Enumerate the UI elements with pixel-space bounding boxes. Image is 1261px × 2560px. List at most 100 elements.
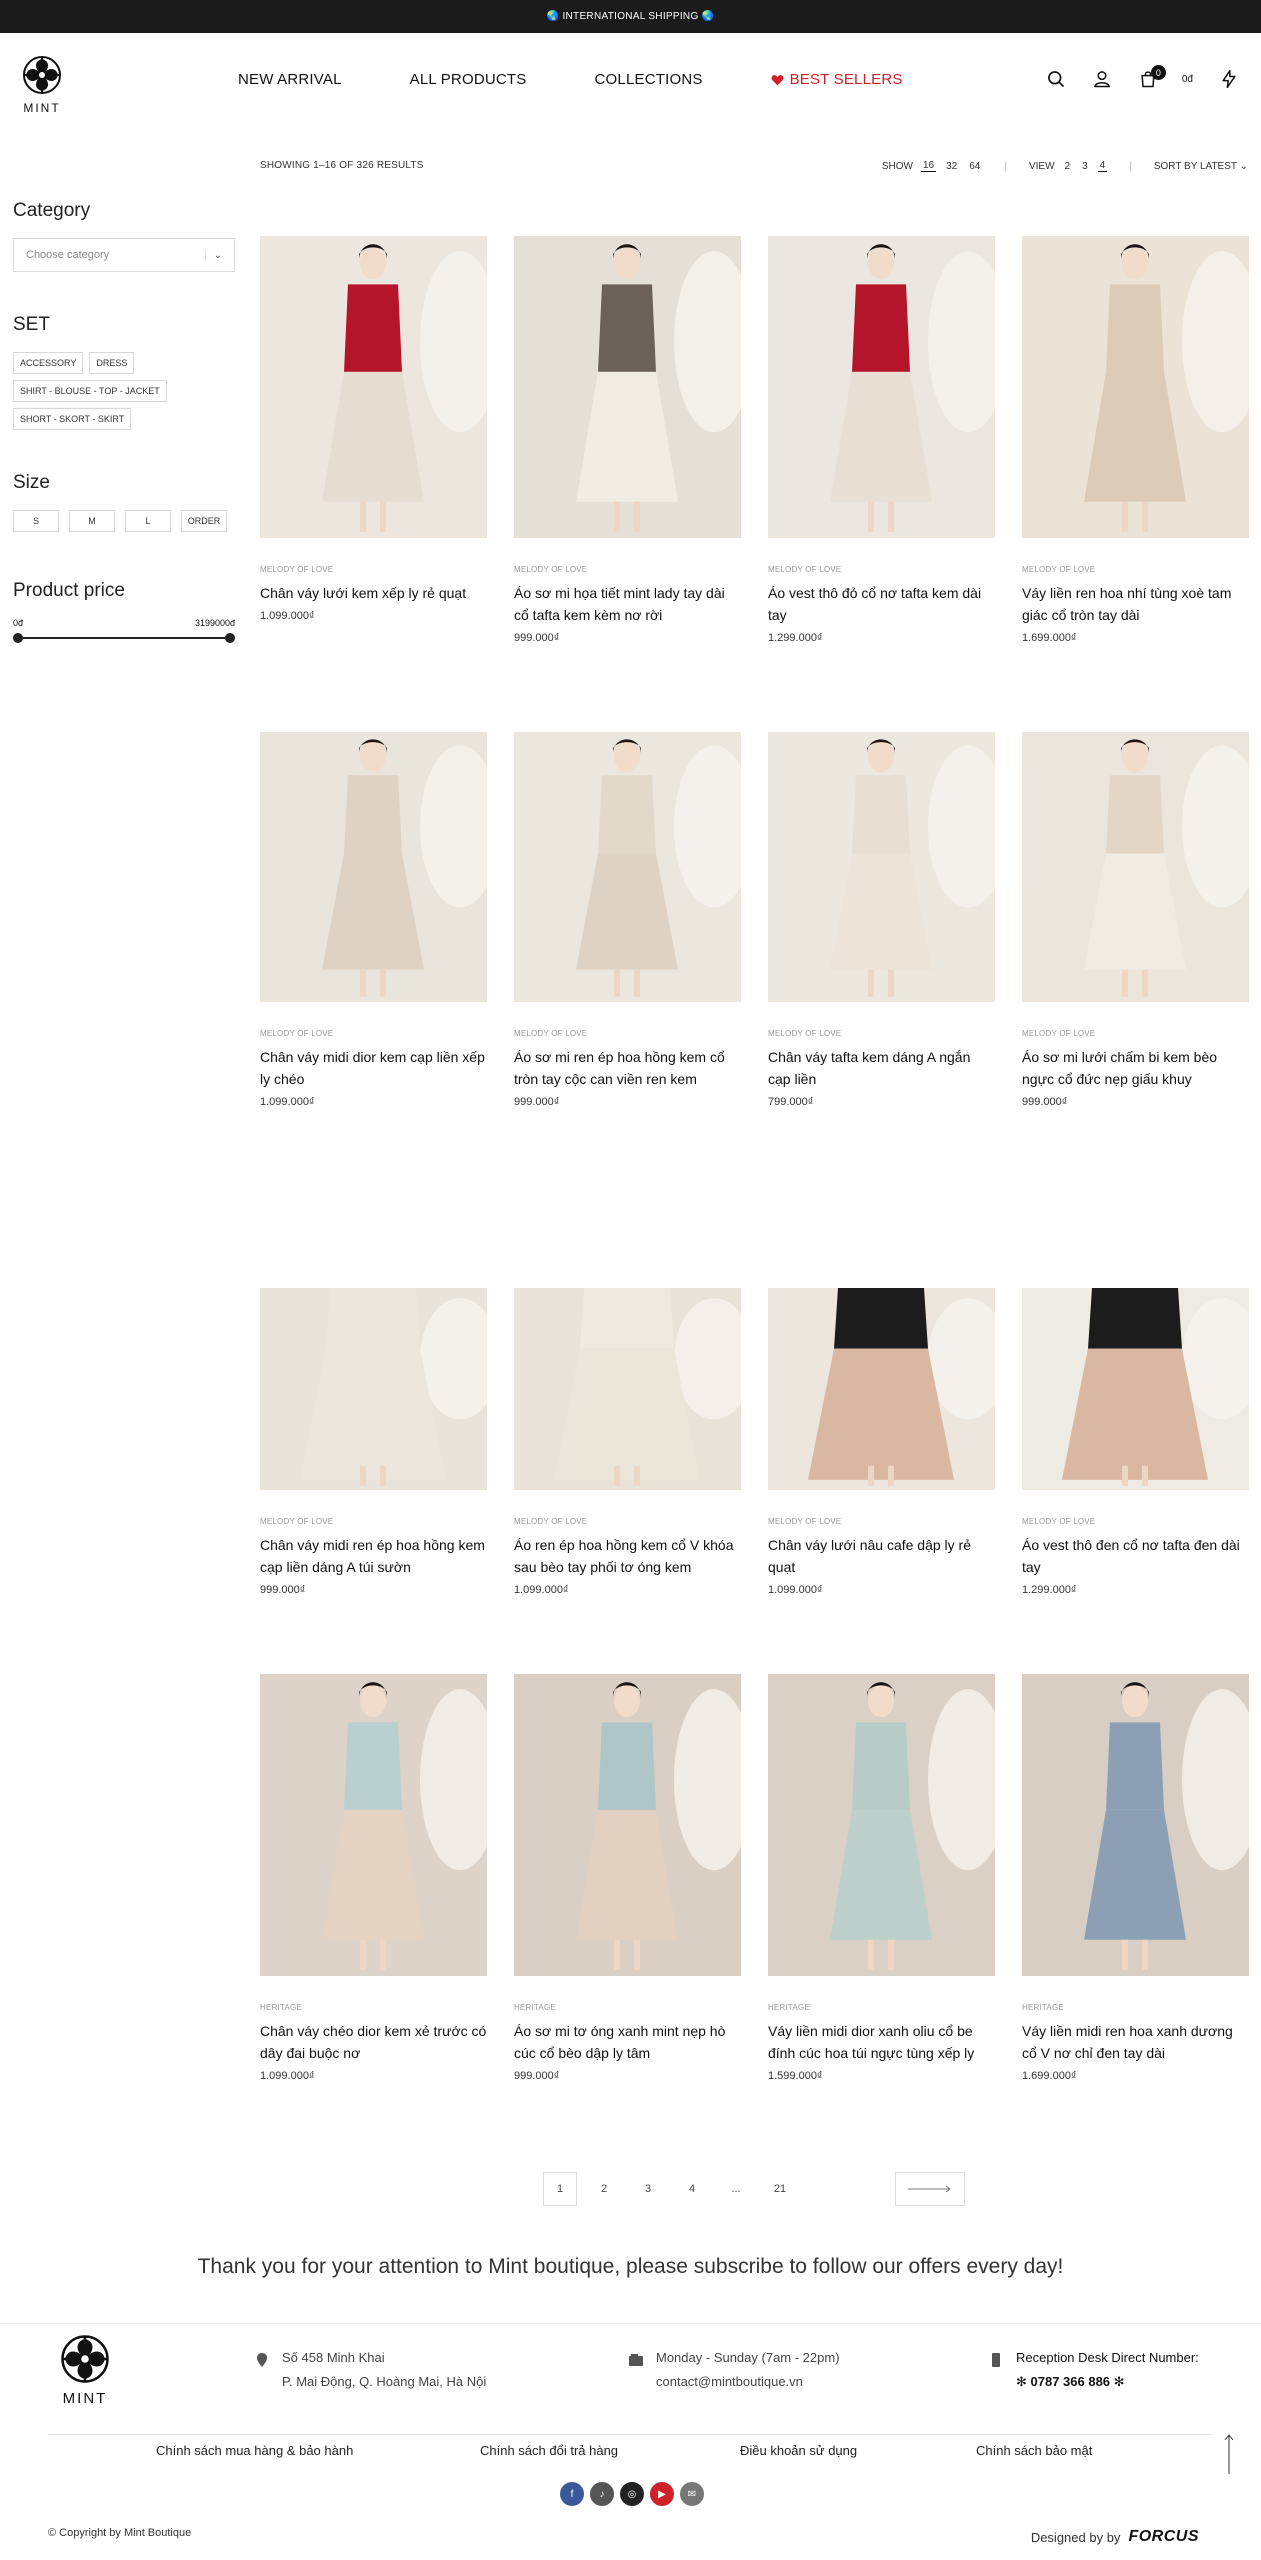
sort-dropdown[interactable]: SORT BY LATEST ⌄ [1154,161,1248,172]
product-image[interactable] [260,1674,487,1976]
product-card[interactable]: MELODY OF LOVE Chân váy tafta kem dáng A … [768,732,995,1108]
product-image[interactable] [514,236,741,538]
product-name-vay-lien-midi-dior-xanh-oliu-co-be-dinh-[interactable]: Váy liền midi dior xanh oliu cổ be đính … [768,2020,995,2064]
product-name-ao-so-mi-hoa-tiet-mint-lady-tay-dai-co-t[interactable]: Áo sơ mi họa tiết mint lady tay dài cổ t… [514,582,741,626]
link-purchase-warranty[interactable]: Chính sách mua hàng & bảo hành [156,2443,353,2458]
product-image[interactable] [1022,1288,1249,1490]
product-card[interactable]: MELODY OF LOVE Váy liền ren hoa nhí tùng … [1022,236,1249,644]
product-card[interactable]: MELODY OF LOVE Áo vest thô đen cổ nơ taft… [1022,1288,1249,1596]
next-page-button[interactable] [895,2172,965,2206]
product-image[interactable] [260,1288,487,1490]
product-name-chan-vay-luoi-kem-xep-ly-re-quat[interactable]: Chân váy lưới kem xếp ly rẻ quạt [260,582,487,604]
nav-collections[interactable]: COLLECTIONS [595,71,703,88]
page-4[interactable]: 4 [675,2172,709,2206]
page-1[interactable]: 1 [543,2172,577,2206]
product-image[interactable] [514,1674,741,1976]
footer-logo[interactable]: MINT [58,2334,112,2407]
lightning-icon[interactable] [1219,69,1239,89]
search-icon[interactable] [1046,69,1066,89]
designer-logo[interactable]: FORCUS [1128,2528,1199,2546]
user-icon[interactable] [1092,69,1112,89]
price-range-slider[interactable] [13,633,235,643]
product-name-ao-vest-tho-do-co-no-tafta-kem-dai-tay[interactable]: Áo vest thô đỏ cổ nơ tafta kem dài tay [768,582,995,626]
product-image[interactable] [768,1288,995,1490]
tag-short-skort-skirt[interactable]: SHORT - SKORT - SKIRT [13,408,132,430]
show-option-64[interactable]: 64 [967,161,982,172]
cart-button[interactable]: 0 0đ [1138,65,1193,89]
product-name-chan-vay-tafta-kem-dang-a-ngan-cap-lien[interactable]: Chân váy tafta kem dáng A ngắn cạp liền [768,1046,995,1090]
product-image[interactable] [768,1674,995,1976]
show-option-16[interactable]: 16 [920,160,937,172]
product-name-chan-vay-midi-dior-kem-cap-lien-xep-ly-c[interactable]: Chân váy midi dior kem cạp liền xếp ly c… [260,1046,487,1090]
size-order[interactable]: ORDER [181,510,227,532]
tiktok-icon[interactable]: ♪ [590,2482,614,2506]
opening-hours: Monday - Sunday (7am - 22pm) [656,2350,840,2365]
product-image[interactable] [514,732,741,1002]
view-option-2[interactable]: 2 [1063,161,1073,172]
nav-best-sellers[interactable]: BEST SELLERS [771,71,903,88]
product-card[interactable]: HERITAGE Váy liền midi ren hoa xanh dương… [1022,1674,1249,2082]
facebook-icon[interactable]: f [560,2482,584,2506]
product-card[interactable]: MELODY OF LOVE Áo sơ mi lưới chấm bi kem … [1022,732,1249,1108]
category-placeholder: Choose category [26,249,110,261]
product-card[interactable]: MELODY OF LOVE Áo sơ mi họa tiết mint lad… [514,236,741,644]
product-card[interactable]: MELODY OF LOVE Áo ren ép hoa hồng kem cổ … [514,1288,741,1596]
brand-logo[interactable]: MINT [18,55,66,115]
product-image[interactable] [260,236,487,538]
product-name-ao-so-mi-ren-ep-hoa-hong-kem-co-tron-tay[interactable]: Áo sơ mi ren ép hoa hồng kem cổ tròn tay… [514,1046,741,1090]
tag-shirt-blouse-top-jacket[interactable]: SHIRT - BLOUSE - TOP - JACKET [13,380,167,402]
product-card[interactable]: HERITAGE Chân váy chéo dior kem xẻ trước … [260,1674,487,2082]
product-name-vay-lien-midi-ren-hoa-xanh-duong-co-v-no[interactable]: Váy liền midi ren hoa xanh dương cổ V nơ… [1022,2020,1249,2064]
link-return-policy[interactable]: Chính sách đổi trả hàng [480,2443,618,2458]
product-card[interactable]: MELODY OF LOVE Chân váy lưới nâu cafe dập… [768,1288,995,1596]
product-card[interactable]: MELODY OF LOVE Chân váy midi dior kem cạp… [260,732,487,1108]
product-name-ao-so-mi-to-ong-xanh-mint-nep-ho-cuc-co-[interactable]: Áo sơ mi tơ óng xanh mint nẹp hò cúc cổ … [514,2020,741,2064]
tag-dress[interactable]: DRESS [89,352,135,374]
product-card[interactable]: MELODY OF LOVE Áo vest thô đỏ cổ nơ tafta… [768,236,995,644]
product-card[interactable]: MELODY OF LOVE Chân váy midi ren ép hoa h… [260,1288,487,1596]
link-terms[interactable]: Điều khoản sử dụng [740,2443,857,2458]
product-card[interactable]: MELODY OF LOVE Chân váy lưới kem xếp ly r… [260,236,487,622]
chevron-down-icon: ⌄ [1239,160,1248,172]
product-name-chan-vay-cheo-dior-kem-xe-truoc-co-day-d[interactable]: Chân váy chéo dior kem xẻ trước có dây đ… [260,2020,487,2064]
product-card[interactable]: HERITAGE Áo sơ mi tơ óng xanh mint nẹp hò… [514,1674,741,2082]
instagram-icon[interactable]: ◎ [620,2482,644,2506]
product-image[interactable] [514,1288,741,1490]
page-21[interactable]: 21 [763,2172,797,2206]
page-2[interactable]: 2 [587,2172,621,2206]
price-max-handle[interactable] [225,633,235,643]
product-image[interactable] [768,732,995,1002]
messenger-icon[interactable]: ✉ [680,2482,704,2506]
size-s[interactable]: S [13,510,59,532]
contact-email[interactable]: contact@mintboutique.vn [656,2370,840,2394]
product-card[interactable]: MELODY OF LOVE Áo sơ mi ren ép hoa hồng k… [514,732,741,1108]
category-select[interactable]: Choose category ⌄ [13,238,235,272]
view-option-3[interactable]: 3 [1080,161,1090,172]
size-l[interactable]: L [125,510,171,532]
product-image[interactable] [260,732,487,1002]
product-image[interactable] [1022,236,1249,538]
nav-all-products[interactable]: ALL PRODUCTS [410,71,527,88]
product-name-ao-so-mi-luoi-cham-bi-kem-beo-nguc-co-du[interactable]: Áo sơ mi lưới chấm bi kem bèo ngực cổ đứ… [1022,1046,1249,1090]
product-price: 1.599.000₫ [768,2070,823,2082]
view-option-4[interactable]: 4 [1097,160,1108,172]
link-privacy[interactable]: Chính sách bảo mật [976,2443,1092,2458]
product-name-ao-ren-ep-hoa-hong-kem-co-v-khoa-sau-beo[interactable]: Áo ren ép hoa hồng kem cổ V khóa sau bèo… [514,1534,741,1578]
product-name-chan-vay-midi-ren-ep-hoa-hong-kem-cap-li[interactable]: Chân váy midi ren ép hoa hồng kem cạp li… [260,1534,487,1578]
phone-number[interactable]: ✻ 0787 366 886 ✻ [1016,2370,1199,2394]
product-image[interactable] [768,236,995,538]
page-3[interactable]: 3 [631,2172,665,2206]
nav-new-arrival[interactable]: NEW ARRIVAL [238,71,342,88]
product-name-ao-vest-tho-den-co-no-tafta-den-dai-tay[interactable]: Áo vest thô đen cổ nơ tafta đen dài tay [1022,1534,1249,1578]
product-image[interactable] [1022,732,1249,1002]
tag-accessory[interactable]: ACCESSORY [13,352,84,374]
size-m[interactable]: M [69,510,115,532]
scroll-top-arrow-icon[interactable] [1224,2434,1234,2474]
price-min-handle[interactable] [13,633,23,643]
product-name-vay-lien-ren-hoa-nhi-tung-xoe-tam-giac-c[interactable]: Váy liền ren hoa nhí tùng xoè tam giác c… [1022,582,1249,626]
show-option-32[interactable]: 32 [944,161,959,172]
product-card[interactable]: HERITAGE Váy liền midi dior xanh oliu cổ … [768,1674,995,2082]
product-name-chan-vay-luoi-nau-cafe-dap-ly-re-quat[interactable]: Chân váy lưới nâu cafe dập ly rẻ quạt [768,1534,995,1578]
product-image[interactable] [1022,1674,1249,1976]
youtube-icon[interactable]: ▶ [650,2482,674,2506]
